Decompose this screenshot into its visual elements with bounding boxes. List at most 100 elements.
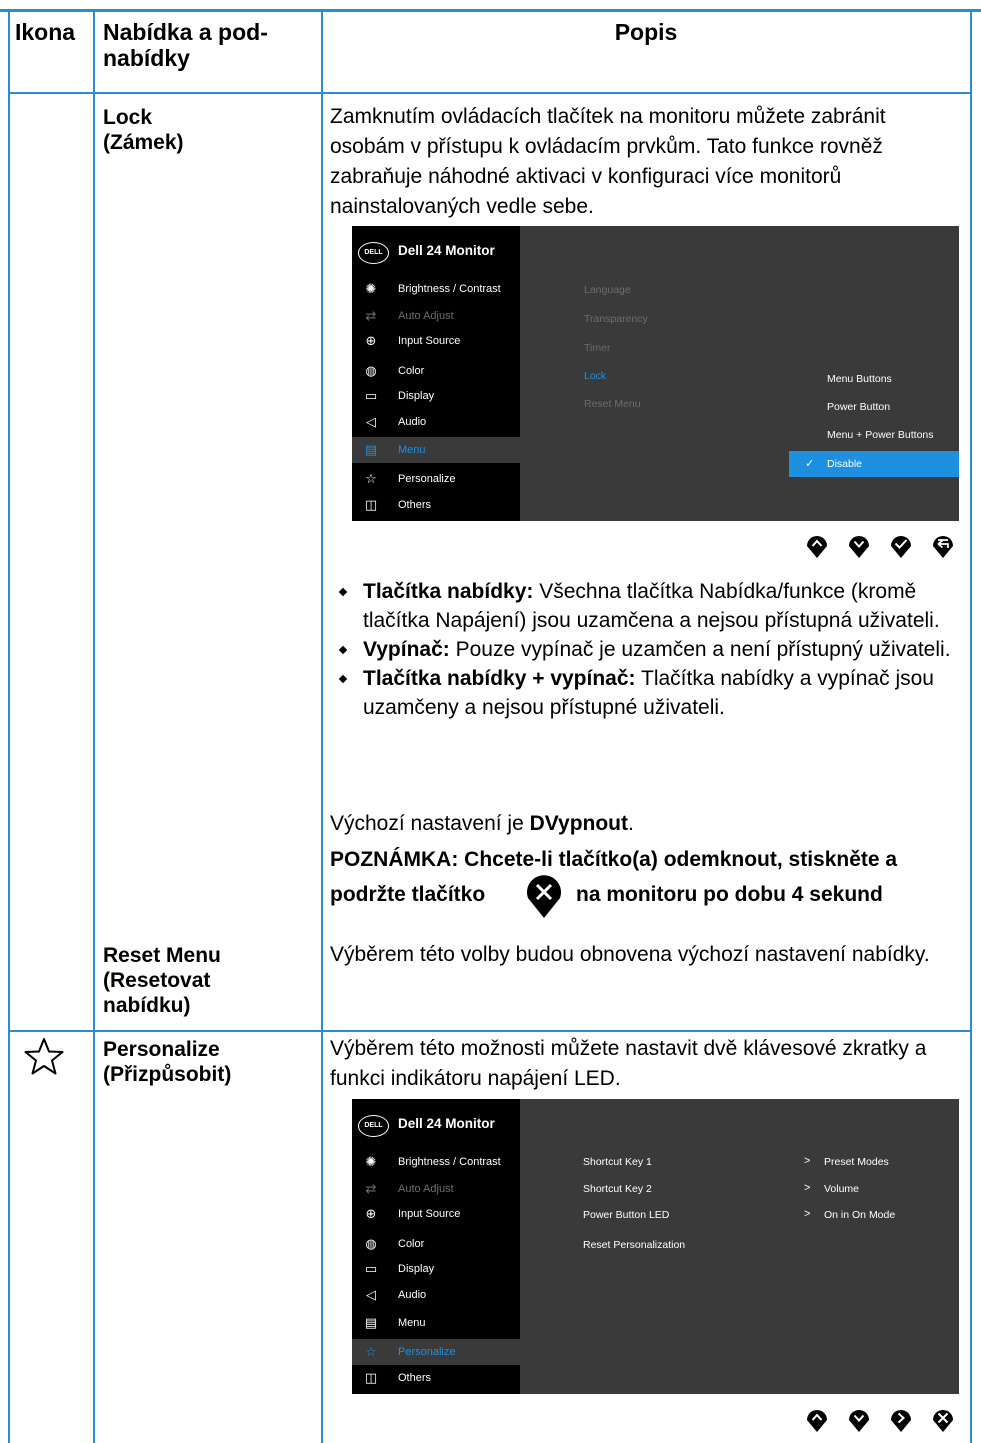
- osd-item-audio: ◁ Audio: [352, 409, 520, 435]
- lock-osd-screenshot: DELL Dell 24 Monitor ✺ Brightness / Contr…: [352, 226, 959, 521]
- osd-item-input-source: ⊕ Input Source: [352, 328, 520, 354]
- right-button-icon: [891, 1410, 911, 1432]
- chevron-right-icon: >: [804, 1208, 811, 1220]
- osd-value-preset-modes: Preset Modes: [824, 1156, 889, 1168]
- header-menu-col: Nabídka a pod-nabídky: [103, 19, 268, 71]
- osd-setting-power-led: Power Button LED: [583, 1209, 670, 1221]
- table-divider-1: [93, 9, 95, 1443]
- auto-adjust-icon: ⇄: [365, 308, 377, 323]
- osd-item-audio: ◁ Audio: [352, 1282, 520, 1308]
- osd-item-auto-adjust: ⇄ Auto Adjust: [352, 303, 520, 329]
- osd-item-personalize: ☆ Personalize: [352, 1339, 520, 1365]
- lock-note-line1: POZNÁMKA: Chcete-li tlačítko(a) odemknou…: [330, 848, 898, 871]
- lock-note-line2a: podržte tlačítko: [330, 883, 486, 906]
- close-button-icon: [527, 875, 561, 918]
- check-icon: ✓: [805, 458, 815, 470]
- star-outline-icon: [24, 1038, 64, 1075]
- dell-logo: DELL: [358, 1115, 389, 1137]
- speaker-icon: ◁: [366, 1287, 376, 1302]
- menu-icon: ▤: [364, 1315, 378, 1330]
- brightness-icon: ✺: [365, 1154, 377, 1169]
- star-icon: ☆: [365, 471, 377, 486]
- osd-item-menu: ▤ Menu: [352, 437, 520, 463]
- auto-adjust-icon: ⇄: [365, 1181, 377, 1196]
- table-divider-2: [321, 9, 323, 1443]
- personalize-description: Výběrem této možnosti můžete nastavit dv…: [330, 1037, 927, 1090]
- osd-item-display: ▭ Display: [352, 383, 520, 409]
- default-suffix: .: [628, 812, 634, 835]
- lock-note-line2b: na monitoru po dobu 4 sekund: [576, 883, 883, 906]
- osd-sub-lock: Lock: [584, 370, 607, 382]
- brightness-icon: ✺: [365, 281, 377, 296]
- default-prefix: Výchozí nastavení je: [330, 812, 530, 835]
- osd-option-menu-power: Menu + Power Buttons: [827, 429, 934, 441]
- osd-item-others: ◫ Others: [352, 1365, 520, 1391]
- personalize-osd-screenshot: DELL Dell 24 Monitor ✺ Brightness / Contr…: [352, 1099, 959, 1394]
- input-source-icon: ⊕: [365, 1206, 377, 1221]
- osd-sub-transparency: Transparency: [584, 313, 648, 325]
- osd-value-power-led: On in On Mode: [824, 1209, 896, 1221]
- header-description-col: Popis: [614, 19, 678, 45]
- bullet-text: Pouze vypínač je uzamčen a není přístupn…: [449, 638, 951, 661]
- osd-item-color: ◍ Color: [352, 1231, 520, 1257]
- row-rule: [8, 1030, 972, 1032]
- display-icon: ▭: [364, 1261, 378, 1276]
- dell-logo: DELL: [358, 242, 389, 264]
- others-icon: ◫: [364, 497, 378, 512]
- osd-title: Dell 24 Monitor: [398, 243, 495, 258]
- osd-option-power-button: Power Button: [827, 401, 891, 413]
- color-icon: ◍: [365, 363, 377, 378]
- list-item: Tlačítka nabídky: Všechna tlačítka Nabíd…: [330, 577, 960, 635]
- bullet-term: Tlačítka nabídky + vypínač:: [363, 667, 636, 690]
- lock-default-setting: Výchozí nastavení je DVypnout.: [330, 809, 965, 839]
- color-icon: ◍: [365, 1236, 377, 1251]
- osd-option-disable: ✓ Disable: [789, 451, 959, 477]
- bullet-term: Vypínač:: [363, 638, 450, 661]
- osd-sub-language: Language: [584, 284, 631, 296]
- osd-item-brightness: ✺ Brightness / Contrast: [352, 276, 520, 302]
- osd-sub-reset-menu: Reset Menu: [584, 398, 641, 410]
- header-rule: [8, 92, 972, 94]
- osd-sub-timer: Timer: [584, 342, 611, 354]
- star-icon: ☆: [365, 1344, 377, 1359]
- osd-item-brightness: ✺ Brightness / Contrast: [352, 1149, 520, 1175]
- reset-menu-title: Reset Menu (Resetovat nabídku): [103, 943, 318, 1018]
- header-icon-col: Ikona: [15, 19, 76, 45]
- osd-item-menu: ▤ Menu: [352, 1310, 520, 1336]
- osd-item-personalize: ☆ Personalize: [352, 466, 520, 492]
- osd-item-auto-adjust: ⇄ Auto Adjust: [352, 1176, 520, 1202]
- back-button-icon: [933, 536, 953, 558]
- down-button-icon: [849, 1410, 869, 1432]
- table-top-rule: [0, 9, 981, 12]
- default-value: DVypnout: [529, 812, 629, 835]
- exit-button-icon: [933, 1410, 953, 1432]
- lock-title-cz: (Zámek): [103, 131, 184, 154]
- personalize-title-cz: (Přizpůsobit): [103, 1063, 232, 1086]
- personalize-title: Personalize (Přizpůsobit): [103, 1037, 318, 1087]
- reset-menu-title-cz1: (Resetovat: [103, 969, 211, 992]
- osd-item-others: ◫ Others: [352, 492, 520, 518]
- lock-title-en: Lock: [103, 106, 153, 129]
- chevron-right-icon: >: [804, 1182, 811, 1194]
- others-icon: ◫: [364, 1370, 378, 1385]
- lock-description: Zamknutím ovládacích tlačítek na monitor…: [330, 105, 886, 218]
- reset-menu-description: Výběrem této volby budou obnovena výchoz…: [330, 943, 930, 966]
- ok-button-icon: [891, 536, 911, 558]
- input-source-icon: ⊕: [365, 333, 377, 348]
- display-icon: ▭: [364, 388, 378, 403]
- osd-item-display: ▭ Display: [352, 1256, 520, 1282]
- menu-icon: ▤: [364, 442, 378, 457]
- bullet-term: Tlačítka nabídky:: [363, 580, 534, 603]
- up-button-icon: [807, 1410, 827, 1432]
- chevron-right-icon: >: [804, 1155, 811, 1167]
- osd-setting-reset-personalization: Reset Personalization: [583, 1239, 686, 1251]
- down-button-icon: [849, 536, 869, 558]
- list-item: Tlačítka nabídky + vypínač: Tlačítka nab…: [330, 664, 960, 722]
- osd-title: Dell 24 Monitor: [398, 1116, 495, 1131]
- osd-value-volume: Volume: [824, 1183, 860, 1195]
- osd-setting-shortcut-1: Shortcut Key 1: [583, 1156, 652, 1168]
- osd-item-color: ◍ Color: [352, 358, 520, 384]
- table-border-left: [8, 9, 10, 1443]
- list-item: Vypínač: Pouze vypínač je uzamčen a není…: [330, 635, 960, 664]
- personalize-title-en: Personalize: [103, 1038, 220, 1061]
